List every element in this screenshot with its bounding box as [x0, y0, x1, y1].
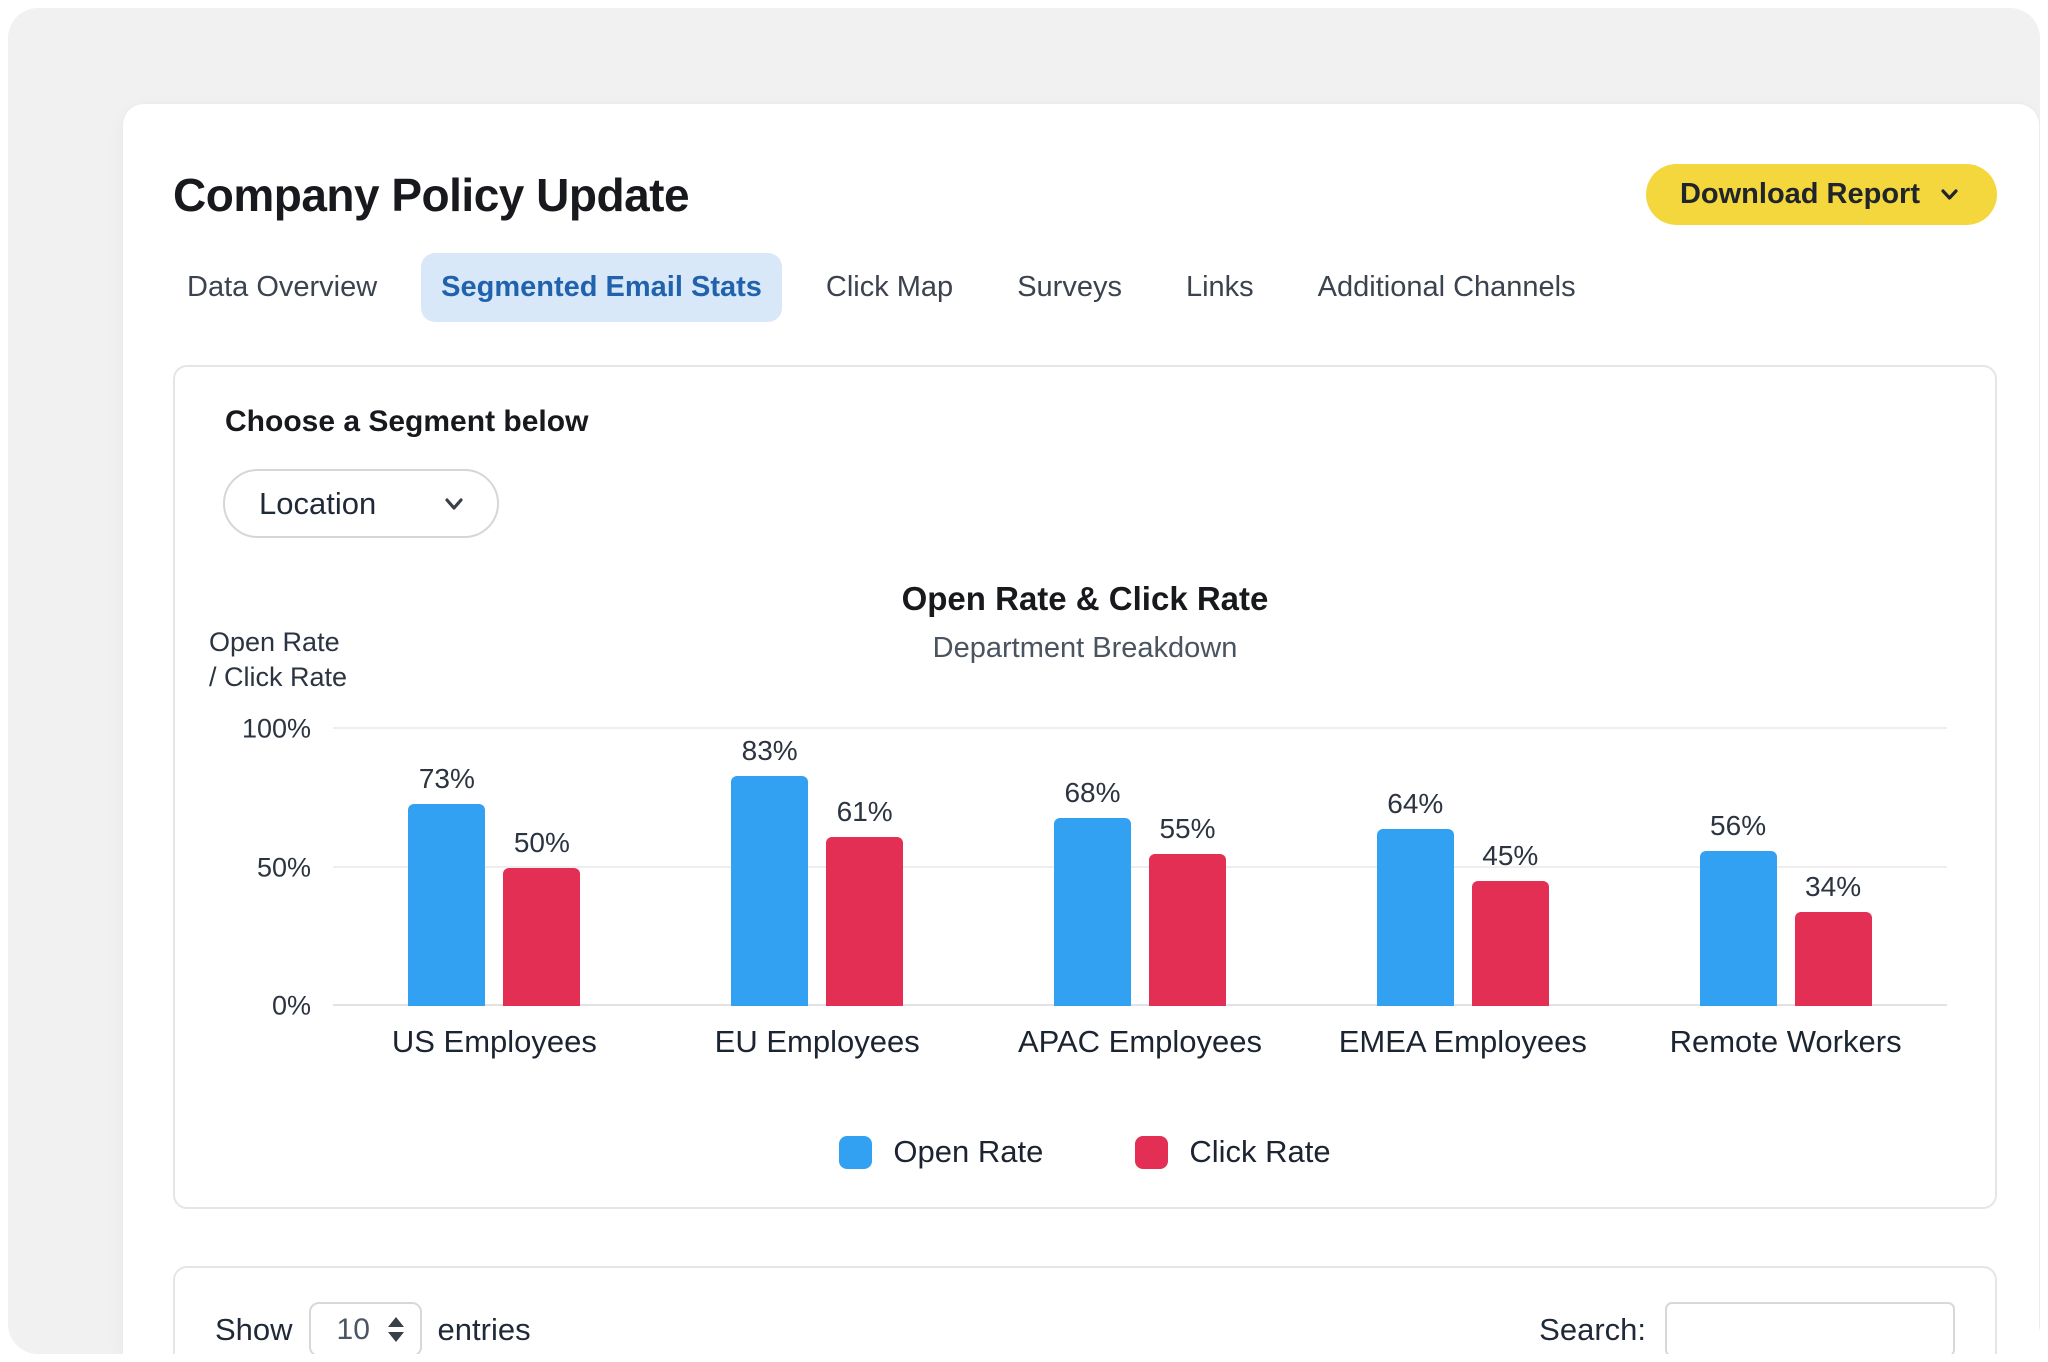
segmented-stats-panel: Choose a Segment below Location Open Rat… [173, 365, 1997, 1209]
category-label: Remote Workers [1624, 1024, 1947, 1060]
bar-value-label: 34% [1805, 871, 1861, 903]
report-window: Company Policy Update Download Report Da… [122, 103, 2040, 1354]
tab-bar: Data Overview Segmented Email Stats Click … [167, 253, 1997, 322]
bar-column: 45% [1472, 729, 1549, 1006]
bar-group: 64%45%EMEA Employees [1301, 729, 1624, 1006]
y-tick-label: 0% [272, 991, 311, 1022]
legend-swatch-icon [839, 1136, 872, 1169]
bar-groups: 73%50%US Employees83%61%EU Employees68%5… [333, 729, 1947, 1006]
segment-select[interactable]: Location [223, 469, 499, 538]
click-rate-bar[interactable] [1795, 912, 1872, 1006]
window-content: Company Policy Update Download Report Da… [123, 104, 2039, 1354]
entries-label: entries [438, 1312, 531, 1348]
bar-value-label: 83% [742, 735, 798, 767]
chart-title: Open Rate & Click Rate [223, 580, 1947, 618]
legend-label: Open Rate [893, 1134, 1043, 1170]
y-tick-label: 50% [257, 852, 311, 883]
tab-click-map[interactable]: Click Map [806, 253, 973, 322]
download-report-label: Download Report [1680, 178, 1920, 211]
bar-column: 55% [1149, 729, 1226, 1006]
report-header: Company Policy Update Download Report [173, 164, 1997, 225]
category-label: APAC Employees [979, 1024, 1302, 1060]
open-rate-bar[interactable] [408, 804, 485, 1006]
tab-data-overview[interactable]: Data Overview [167, 253, 397, 322]
category-label: EMEA Employees [1301, 1024, 1624, 1060]
bar-column: 64% [1377, 729, 1454, 1006]
chevron-down-icon [1936, 181, 1963, 208]
tab-additional-channels[interactable]: Additional Channels [1298, 253, 1596, 322]
search-label: Search: [1539, 1312, 1646, 1348]
bar-column: 73% [408, 729, 485, 1006]
y-axis-title-line: / Click Rate [209, 660, 347, 695]
open-rate-bar[interactable] [1700, 851, 1777, 1006]
app-canvas: Company Policy Update Download Report Da… [8, 8, 2040, 1354]
bar-value-label: 56% [1710, 810, 1766, 842]
click-rate-bar[interactable] [826, 837, 903, 1006]
chart-subtitle: Department Breakdown [223, 632, 1947, 665]
open-rate-bar[interactable] [1377, 829, 1454, 1006]
click-rate-bar[interactable] [503, 868, 580, 1007]
bar-value-label: 68% [1064, 777, 1120, 809]
search-input[interactable] [1665, 1302, 1955, 1354]
segment-select-value: Location [259, 486, 376, 522]
category-label: US Employees [333, 1024, 656, 1060]
bar-value-label: 61% [837, 796, 893, 828]
plot-area: Open Rate/ Click Rate 100%50%0%73%50%US … [333, 729, 1947, 1006]
chevron-down-icon [439, 489, 469, 519]
click-rate-bar[interactable] [1149, 854, 1226, 1006]
legend-swatch-icon [1135, 1136, 1168, 1169]
bar-column: 68% [1054, 729, 1131, 1006]
tab-links[interactable]: Links [1166, 253, 1274, 322]
y-axis-title: Open Rate/ Click Rate [209, 625, 347, 695]
sort-updown-icon [388, 1317, 404, 1342]
segment-heading: Choose a Segment below [225, 405, 1947, 439]
bar-group: 73%50%US Employees [333, 729, 656, 1006]
entries-control: Show 10 entries [215, 1302, 531, 1354]
open-rate-bar[interactable] [1054, 818, 1131, 1006]
tab-segmented-email-stats[interactable]: Segmented Email Stats [421, 253, 782, 322]
bar-column: 56% [1700, 729, 1777, 1006]
y-axis-title-line: Open Rate [209, 625, 347, 660]
bar-column: 83% [731, 729, 808, 1006]
bar-value-label: 73% [419, 763, 475, 795]
legend-item-click-rate: Click Rate [1135, 1134, 1330, 1170]
bar-column: 34% [1795, 729, 1872, 1006]
click-rate-bar[interactable] [1472, 881, 1549, 1006]
bar-value-label: 55% [1159, 813, 1215, 845]
page-title: Company Policy Update [173, 168, 689, 222]
bar-value-label: 64% [1387, 788, 1443, 820]
download-report-button[interactable]: Download Report [1646, 164, 1997, 225]
y-tick-label: 100% [242, 714, 311, 745]
legend-item-open-rate: Open Rate [839, 1134, 1043, 1170]
category-label: EU Employees [656, 1024, 979, 1060]
search-control: Search: [1539, 1302, 1955, 1354]
open-rate-bar[interactable] [731, 776, 808, 1006]
bar-group: 68%55%APAC Employees [979, 729, 1302, 1006]
show-label: Show [215, 1312, 293, 1348]
bar-group: 83%61%EU Employees [656, 729, 979, 1006]
bar-group: 56%34%Remote Workers [1624, 729, 1947, 1006]
bar-value-label: 45% [1482, 840, 1538, 872]
table-controls-panel: Show 10 entries Search: [173, 1266, 1997, 1354]
legend-label: Click Rate [1189, 1134, 1330, 1170]
chart-header: Open Rate & Click Rate Department Breakd… [223, 580, 1947, 665]
bar-column: 50% [503, 729, 580, 1006]
table-controls-row: Show 10 entries Search: [215, 1302, 1955, 1354]
chart-legend: Open Rate Click Rate [223, 1134, 1947, 1170]
tab-surveys[interactable]: Surveys [997, 253, 1142, 322]
entries-select[interactable]: 10 [309, 1302, 422, 1354]
bar-value-label: 50% [514, 827, 570, 859]
bar-column: 61% [826, 729, 903, 1006]
entries-value: 10 [337, 1313, 370, 1347]
